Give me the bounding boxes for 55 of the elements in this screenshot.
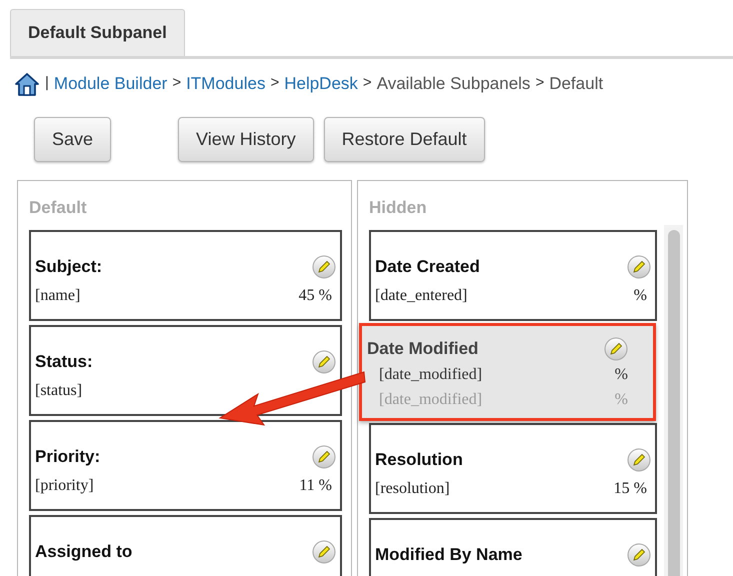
breadcrumb-text: Available Subpanels [376,72,530,95]
field-name: [status] [35,380,82,400]
breadcrumb-separator: | [45,73,49,94]
edit-pencil-icon[interactable] [312,444,336,469]
field-name: [date_modified] [379,364,482,384]
field-width: % [614,390,628,410]
field-label: Resolution [375,449,463,471]
field-width: % [614,364,628,384]
edit-pencil-icon[interactable] [604,336,628,361]
edit-pencil-icon[interactable] [312,350,336,374]
field-width: % [634,286,647,306]
field-label: Subject: [35,256,102,278]
field-name: [date_modified] [379,390,482,410]
field-name: [name] [35,286,80,306]
field-card[interactable]: Resolution [resolution] 15 % [369,423,657,514]
breadcrumb-separator: > [172,73,182,94]
field-width: 45 % [298,286,332,306]
edit-pencil-icon[interactable] [627,542,651,567]
button[interactable]: View History [178,116,314,162]
scrollbar-thumb[interactable] [668,230,680,576]
breadcrumb-link[interactable]: Module Builder [54,70,168,96]
edit-pencil-icon[interactable] [627,254,651,279]
edit-pencil-icon[interactable] [627,448,651,472]
field-card[interactable]: Priority: [priority] 11 % [29,420,342,511]
field-card[interactable]: Date Created [date_entered] % [369,230,657,321]
field-card[interactable]: Status: [status] [29,325,342,416]
dragged-field-card[interactable]: Date Modified [date_modified] % [date_modified] % [359,323,656,421]
breadcrumb-separator: > [270,73,280,94]
column-title: Hidden [369,196,428,218]
button[interactable]: Save [34,116,112,162]
field-label: Date Modified [367,338,478,360]
field-name: [priority] [35,476,94,496]
field-card[interactable]: Assigned to [29,515,342,576]
field-card[interactable]: Subject: [name] 45 % [29,230,342,321]
field-width: 15 % [614,478,647,498]
home-icon[interactable] [14,70,40,96]
breadcrumb-separator: > [362,73,372,94]
field-label: Assigned to [35,541,132,563]
button[interactable]: Restore Default [324,116,485,162]
field-card[interactable]: Modified By Name [369,518,657,576]
field-label: Modified By Name [375,544,522,566]
breadcrumb-link[interactable]: ITModules [186,70,266,96]
edit-pencil-icon[interactable] [312,254,336,279]
edit-pencil-icon[interactable] [312,540,336,564]
field-width: 11 % [299,476,332,496]
field-name: [date_entered] [375,286,468,306]
breadcrumb-separator: > [535,73,544,94]
field-label: Date Created [375,256,480,278]
field-name: [resolution] [375,478,450,498]
breadcrumb-text: Default [549,72,604,95]
breadcrumb-link[interactable]: HelpDesk [284,70,358,96]
tab[interactable]: Default Subpanel [10,9,185,56]
column-title: Default [29,196,88,218]
field-label: Priority: [35,446,100,468]
field-label: Status: [35,351,93,373]
